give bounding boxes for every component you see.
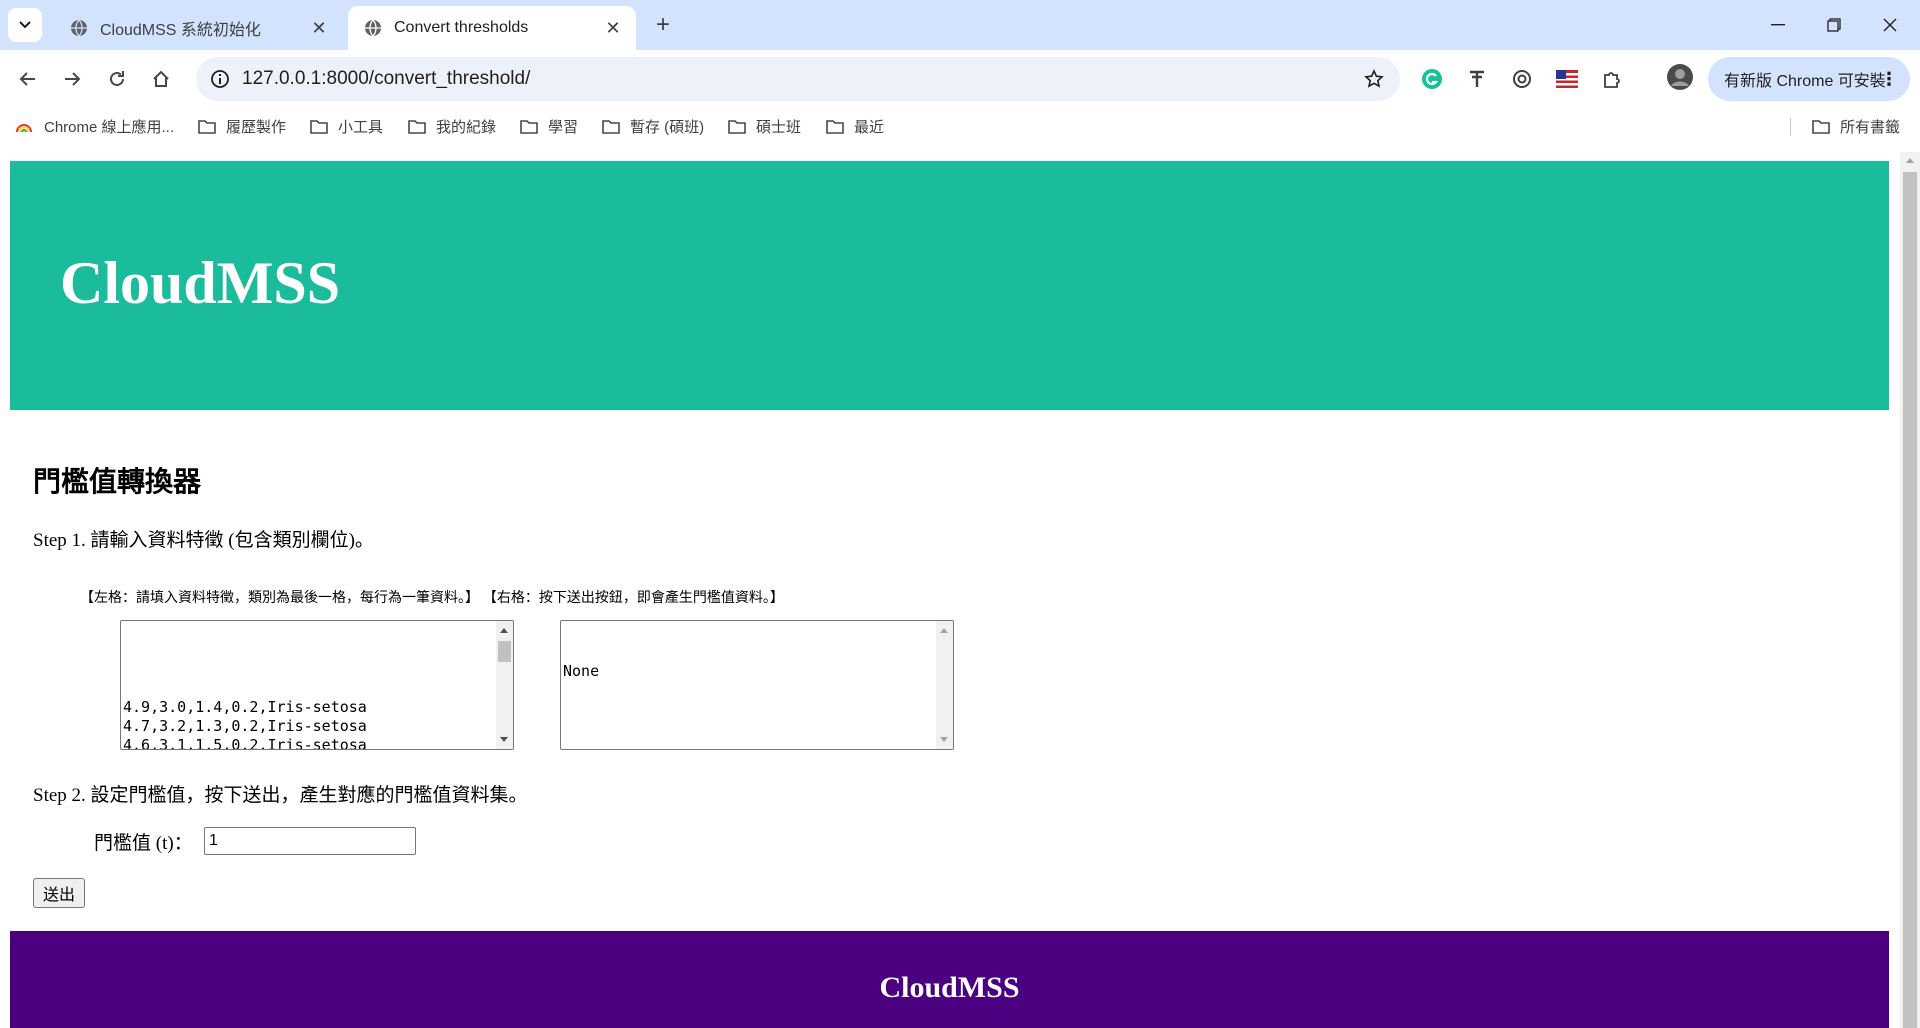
instruction-hint: 【左格：請填入資料特徵，類別為最後一格，每行為一筆資料。】 【右格：按下送出按鈕… [80,589,784,605]
bookmark-label: 碩士班 [756,118,802,136]
update-label: 有新版 Chrome 可安裝 [1724,73,1886,90]
back-button[interactable] [8,59,48,99]
step2-text: Step 2. 設定門檻值，按下送出，產生對應的門檻值資料集。 [33,785,528,806]
bookmark-folder[interactable]: 小工具 [310,114,383,138]
bookmark-folder[interactable]: 最近 [826,114,884,138]
scrollbar-thumb[interactable] [498,641,511,662]
close-window-button[interactable] [1862,0,1918,50]
restore-button[interactable] [1806,0,1862,50]
site-footer: CloudMSS [10,931,1889,1028]
threshold-label: 門檻值 (t)： [94,833,193,854]
step1-text: Step 1. 請輸入資料特徵 (包含類別欄位)。 [33,530,374,551]
reload-icon [110,71,124,86]
bookmark-label: 最近 [854,118,885,136]
page-scrollbar[interactable] [1900,152,1920,1028]
site-header: CloudMSS [10,161,1889,410]
site-info-icon[interactable] [206,65,234,93]
feature-input-textarea[interactable]: 4.9,3.0,1.4,0.2,Iris-setosa 4.7,3.2,1.3,… [120,620,514,750]
folder-icon [728,118,746,134]
flag-extension-icon[interactable] [1553,65,1581,93]
home-button[interactable] [141,59,181,99]
globe-icon [70,19,88,37]
all-bookmarks-folder[interactable]: 所有書籤 [1812,114,1900,138]
bookmark-chrome-webstore[interactable]: Chrome 線上應用... [16,114,174,138]
scroll-up-arrow-icon[interactable] [1906,158,1914,163]
tab-title: Convert thresholds [394,19,529,36]
translate-extension-icon[interactable] [1463,65,1491,93]
bookmarks-divider [1790,118,1791,136]
folder-icon [310,118,328,134]
site-title: CloudMSS [60,250,341,316]
browser-toolbar: 127.0.0.1:8000/convert_threshold/ 有新版 Ch… [0,50,1920,108]
bookmark-folder[interactable]: 碩士班 [728,114,801,138]
arrow-right-icon [65,72,81,86]
tab-convert-thresholds[interactable]: Convert thresholds ✕ [348,6,636,50]
more-menu-icon[interactable]: ⋮ [1880,69,1898,90]
arrow-left-icon [19,72,35,86]
bookmark-folder[interactable]: 我的紀錄 [408,114,496,138]
bookmark-label: 小工具 [338,118,384,136]
bookmark-label: 履歷製作 [226,118,287,136]
bookmark-label: 暫存 (碩班) [630,118,705,136]
tab-strip: CloudMSS 系統初始化 ✕ Convert thresholds ✕ + [0,0,1920,50]
forward-button[interactable] [52,59,92,99]
textarea-content: 4.9,3.0,1.4,0.2,Iris-setosa 4.7,3.2,1.3,… [123,698,367,750]
rainbow-icon [16,118,34,134]
threshold-output-textarea[interactable]: None [560,620,954,750]
minimize-button[interactable] [1750,0,1806,50]
close-icon[interactable]: ✕ [306,15,332,41]
folder-icon [520,118,538,134]
bookmark-label: Chrome 線上應用... [44,118,175,136]
threshold-input[interactable] [204,827,416,855]
submit-button[interactable]: 送出 [33,878,85,908]
puzzle-extensions-icon[interactable] [1598,65,1626,93]
grammarly-icon[interactable] [1418,65,1446,93]
bookmark-label: 學習 [548,118,579,136]
footer-title: CloudMSS [879,971,1020,1004]
bookmark-label: 我的紀錄 [436,118,497,136]
scroll-up-arrow-icon[interactable] [940,628,948,633]
page-title: 門檻值轉換器 [33,466,202,497]
bookmark-folder[interactable]: 履歷製作 [198,114,286,138]
bookmark-folder[interactable]: 暫存 (碩班) [602,114,704,138]
scroll-up-arrow-icon[interactable] [500,628,508,633]
page-viewport: CloudMSS 門檻值轉換器 Step 1. 請輸入資料特徵 (包含類別欄位)… [0,152,1920,1028]
textarea-scrollbar[interactable] [936,621,953,749]
textarea-content: None [563,662,600,680]
address-bar[interactable]: 127.0.0.1:8000/convert_threshold/ [196,57,1400,101]
folder-icon [198,118,216,134]
restore-icon [1827,18,1841,32]
tab-search-button[interactable] [8,8,42,42]
chevron-down-icon [19,21,31,29]
tab-cloudmss-init[interactable]: CloudMSS 系統初始化 ✕ [54,6,342,50]
textarea-scrollbar[interactable] [496,621,513,749]
new-tab-button[interactable]: + [648,10,678,40]
bookmark-label: 所有書籤 [1840,118,1901,136]
globe-icon [364,19,382,37]
tab-title: CloudMSS 系統初始化 [100,22,261,39]
bookmark-folder[interactable]: 學習 [520,114,578,138]
url-text[interactable]: 127.0.0.1:8000/convert_threshold/ [242,68,530,90]
folder-icon [602,118,620,134]
scroll-down-arrow-icon[interactable] [500,737,508,742]
extension-circle-icon[interactable] [1508,65,1536,93]
bookmark-star-icon[interactable] [1362,67,1386,91]
scroll-down-arrow-icon[interactable] [940,737,948,742]
reload-button[interactable] [97,59,137,99]
chrome-update-button[interactable]: 有新版 Chrome 可安裝 ⋮ [1708,57,1910,101]
folder-icon [408,118,426,134]
folder-icon [826,118,844,134]
home-icon [153,70,169,87]
scrollbar-thumb[interactable] [1903,172,1917,1028]
minimize-icon [1771,24,1785,26]
close-icon [1883,18,1897,32]
close-icon[interactable]: ✕ [600,15,626,41]
bookmarks-bar: Chrome 線上應用... 履歷製作 小工具 我的紀錄 學習 暫存 (碩班) … [0,108,1920,144]
folder-icon [1812,118,1830,134]
profile-avatar[interactable] [1666,63,1694,91]
